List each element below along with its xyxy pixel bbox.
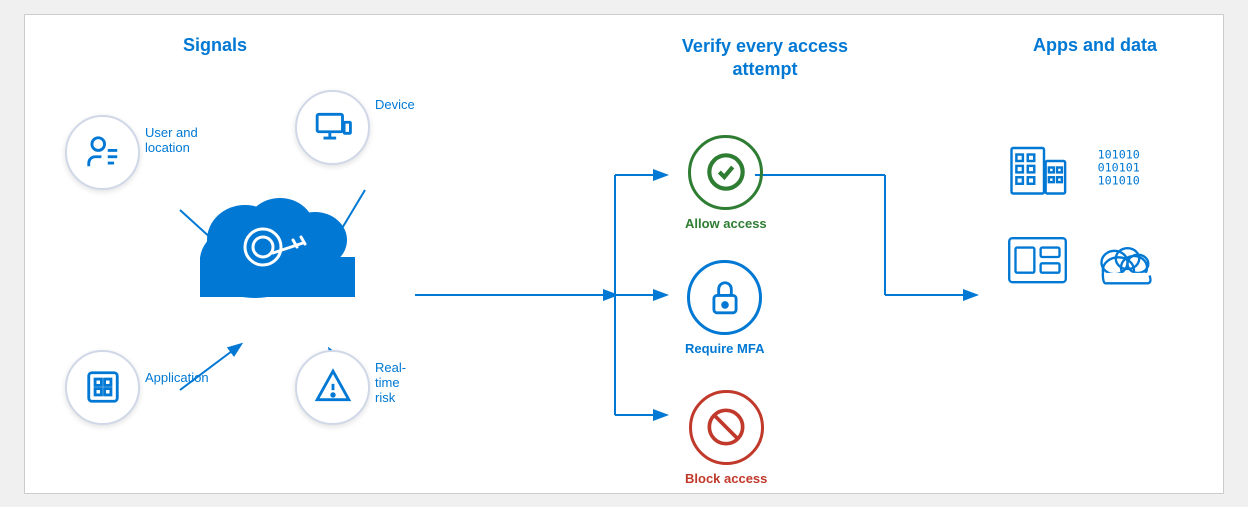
realtime-risk-icon <box>295 350 370 425</box>
require-mfa-group: Require MFA <box>685 260 764 356</box>
allow-access-group: Allow access <box>685 135 767 231</box>
building-icon <box>1005 135 1070 205</box>
app-portal-icon <box>1005 235 1070 295</box>
apps-title: Apps and data <box>985 35 1205 56</box>
user-location-icon <box>65 115 140 190</box>
block-access-group: Block access <box>685 390 767 486</box>
realtime-risk-label: Real-timerisk <box>375 360 406 405</box>
cloud-key <box>185 165 385 310</box>
device-icon <box>295 90 370 165</box>
data-binary-icon: 101010 010101 101010 <box>1095 135 1160 205</box>
user-location-label: User andlocation <box>145 125 198 155</box>
apps-column: Apps and data 101010 010101 <box>985 35 1205 475</box>
signals-title: Signals <box>55 35 375 56</box>
diagram-container: Signals User andlocation Device <box>24 14 1224 494</box>
signals-column: Signals User andlocation Device <box>55 35 375 475</box>
verify-title: Verify every access attempt <box>655 35 875 82</box>
cloud-icon <box>1095 235 1160 295</box>
application-label: Application <box>145 370 209 385</box>
svg-text:101010: 101010 <box>1098 147 1140 161</box>
allow-access-label: Allow access <box>685 216 767 231</box>
svg-text:101010: 101010 <box>1098 173 1140 187</box>
verify-column: Verify every access attempt Allow access… <box>655 35 875 475</box>
device-label: Device <box>375 97 415 112</box>
svg-text:010101: 010101 <box>1098 160 1140 174</box>
require-mfa-label: Require MFA <box>685 341 764 356</box>
block-access-label: Block access <box>685 471 767 486</box>
application-icon <box>65 350 140 425</box>
